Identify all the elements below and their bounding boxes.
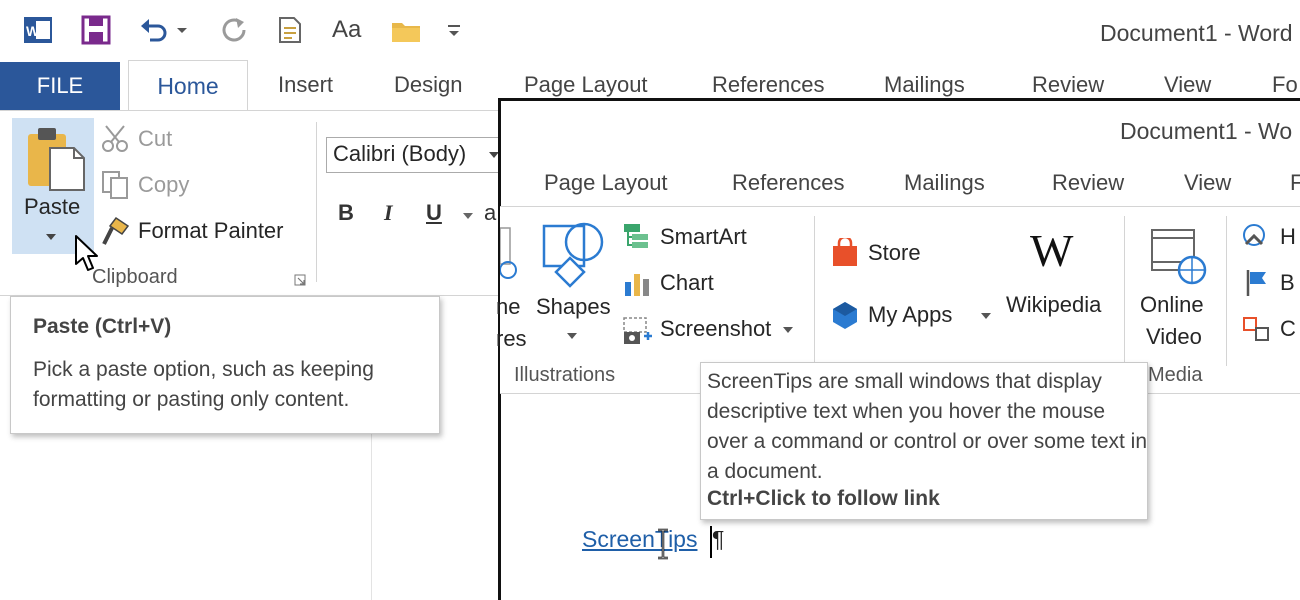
format-painter-button[interactable]: Format Painter [138, 218, 284, 244]
paste-label: Paste [24, 194, 81, 219]
cut-button[interactable]: Cut [138, 126, 172, 152]
wikipedia-button[interactable]: Wikipedia [1006, 292, 1101, 318]
hyperlink-icon [1240, 222, 1272, 252]
tab-design[interactable]: Design [394, 72, 462, 98]
fg-tab-partial[interactable]: F [1290, 170, 1300, 196]
shapes-button[interactable]: Shapes [536, 294, 611, 320]
copy-icon [100, 170, 132, 200]
group-separator [316, 122, 317, 282]
strikethrough-partial-button[interactable]: a [484, 200, 496, 226]
font-name-value: Calibri (Body) [333, 141, 467, 166]
customize-qat-icon[interactable] [444, 14, 464, 46]
cut-scissors-icon [100, 124, 132, 154]
clipboard-paste-icon [26, 126, 88, 192]
online-video-label-line1[interactable]: Online [1140, 292, 1204, 318]
group-separator [1124, 216, 1125, 366]
svg-text:W: W [26, 23, 40, 39]
word-logo-icon: W [22, 14, 54, 46]
online-video-icon [1148, 226, 1210, 288]
tab-page-layout[interactable]: Page Layout [524, 72, 648, 98]
store-bag-icon [830, 238, 860, 268]
i-beam-cursor-icon [656, 528, 670, 560]
copy-button[interactable]: Copy [138, 172, 189, 198]
cross-reference-icon [1242, 314, 1272, 344]
document-hyperlink[interactable]: ScreenTips [582, 526, 697, 553]
online-video-label-line2[interactable]: Video [1146, 324, 1202, 350]
format-painter-brush-icon [100, 216, 132, 246]
paste-screentip-title: Paste (Ctrl+V) [33, 315, 172, 338]
quick-access-toolbar: W Aa Document1 - Word [0, 0, 1300, 62]
my-apps-button[interactable]: My Apps [868, 302, 952, 328]
italic-button[interactable]: I [384, 200, 393, 226]
fg-tab-review[interactable]: Review [1052, 170, 1124, 196]
background-window-title: Document1 - Word [1100, 20, 1293, 46]
tab-file[interactable]: FILE [0, 62, 120, 110]
screenshot-button[interactable]: Screenshot [660, 316, 771, 342]
fg-tab-references[interactable]: References [732, 170, 845, 196]
smartart-icon [622, 222, 654, 250]
bold-button[interactable]: B [338, 200, 354, 226]
tab-review[interactable]: Review [1032, 72, 1104, 98]
undo-icon[interactable] [138, 14, 170, 46]
screenshot-dropdown-chevron-icon[interactable] [782, 326, 794, 334]
redo-icon[interactable] [218, 14, 250, 46]
tab-view[interactable]: View [1164, 72, 1211, 98]
media-group-label: Media [1148, 364, 1203, 386]
paste-screentip: Paste (Ctrl+V) Pick a paste option, such… [10, 296, 440, 434]
open-folder-icon[interactable] [390, 14, 422, 46]
chart-button[interactable]: Chart [660, 270, 714, 296]
clipboard-dialog-launcher-icon[interactable] [294, 274, 306, 286]
paragraph-mark: ¶ [712, 526, 725, 552]
smartart-button[interactable]: SmartArt [660, 224, 747, 250]
online-pictures-globe-icon [500, 226, 518, 286]
cross-reference-button-partial[interactable]: C [1280, 316, 1296, 342]
screenshot-camera-icon [622, 316, 654, 346]
group-separator [1226, 216, 1227, 366]
hyperlink-button-partial[interactable]: H [1280, 224, 1296, 250]
underline-dropdown-chevron-icon[interactable] [462, 212, 474, 220]
tab-mailings[interactable]: Mailings [884, 72, 965, 98]
shapes-dropdown-chevron-icon[interactable] [566, 332, 578, 340]
wikipedia-logo: W [1030, 225, 1074, 276]
save-icon[interactable] [80, 14, 112, 46]
hyperlink-screentip-action: Ctrl+Click to follow link [707, 487, 940, 510]
paste-screentip-body: Pick a paste option, such as keeping for… [33, 358, 374, 411]
shapes-icon [540, 220, 604, 290]
tab-format-partial[interactable]: Fo [1272, 72, 1298, 98]
foreground-window-title: Document1 - Wo [1120, 118, 1293, 144]
fg-tab-page-layout[interactable]: Page Layout [544, 170, 668, 196]
my-apps-dropdown-chevron-icon[interactable] [980, 312, 992, 320]
change-case-label[interactable]: Aa [332, 16, 361, 44]
tab-references[interactable]: References [712, 72, 825, 98]
tab-insert[interactable]: Insert [278, 72, 333, 98]
online-pictures-label-line1[interactable]: ne [496, 294, 520, 320]
fg-tab-mailings[interactable]: Mailings [904, 170, 985, 196]
bookmark-button-partial[interactable]: B [1280, 270, 1295, 296]
undo-dropdown-chevron-icon[interactable] [174, 14, 190, 46]
hyperlink-screentip-body: ScreenTips are small windows that displa… [707, 370, 1148, 483]
clipboard-group-label: Clipboard [92, 266, 178, 288]
my-apps-icon [830, 300, 860, 330]
online-pictures-label-line2[interactable]: res [496, 326, 527, 352]
illustrations-group-label: Illustrations [514, 364, 616, 386]
paste-dropdown-chevron-icon[interactable] [44, 232, 58, 242]
new-document-icon[interactable] [274, 14, 306, 46]
store-button[interactable]: Store [868, 240, 921, 266]
chart-icon [622, 270, 654, 298]
font-name-combobox[interactable]: Calibri (Body) [326, 137, 506, 173]
bookmark-flag-icon [1244, 268, 1270, 298]
fg-tab-view[interactable]: View [1184, 170, 1231, 196]
tab-home[interactable]: Home [128, 60, 248, 112]
group-separator [814, 216, 815, 366]
hyperlink-screentip: ScreenTips are small windows that displa… [700, 362, 1148, 520]
underline-button[interactable]: U [426, 200, 442, 226]
